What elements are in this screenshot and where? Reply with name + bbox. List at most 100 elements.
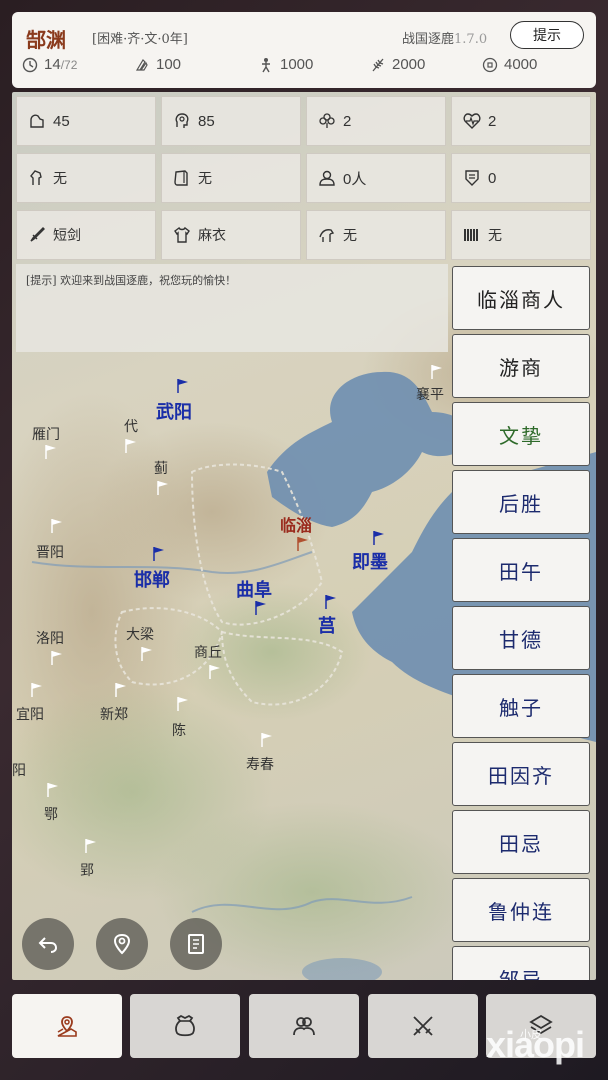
- npc-button[interactable]: 触子: [452, 674, 590, 738]
- npc-button[interactable]: 田因齐: [452, 742, 590, 806]
- city-yiyang[interactable]: 宜阳: [16, 704, 44, 724]
- npc-button[interactable]: 文挚: [452, 402, 590, 466]
- city-shouchun[interactable]: 寿春: [246, 754, 274, 774]
- luck-cell[interactable]: 2: [306, 96, 446, 146]
- message-log: [提示] 欢迎来到战国逐鹿，祝您玩的愉快！: [16, 264, 448, 352]
- npc-button[interactable]: 临淄商人: [452, 266, 590, 330]
- location-pin-icon: [113, 933, 131, 955]
- flag-icon: [47, 783, 58, 797]
- shield-icon: [465, 170, 479, 186]
- npc-button[interactable]: 田忌: [452, 810, 590, 874]
- npc-button[interactable]: 游商: [452, 334, 590, 398]
- people-tab[interactable]: [249, 994, 359, 1058]
- followers-cell[interactable]: 0人: [306, 153, 446, 203]
- money-stat: 4000: [482, 56, 537, 73]
- strength-icon: [30, 114, 44, 128]
- city-jinyang[interactable]: 晋阳: [36, 542, 64, 562]
- mount-icon: [319, 229, 335, 242]
- journal-icon: [188, 934, 204, 954]
- battle-tab[interactable]: [368, 994, 478, 1058]
- intellect-icon: [175, 113, 189, 128]
- city-xinzheng[interactable]: 新郑: [100, 704, 128, 724]
- back-button[interactable]: [22, 918, 74, 970]
- city-dai[interactable]: 代: [124, 416, 138, 436]
- player-name: 郜渊: [26, 28, 66, 52]
- city-xiangping[interactable]: 襄平: [416, 384, 444, 404]
- clock-icon: [22, 57, 38, 72]
- npc-button[interactable]: 田午: [452, 538, 590, 602]
- city-ju[interactable]: 莒: [318, 612, 336, 638]
- map-tab[interactable]: [12, 994, 122, 1058]
- flag-icon: [157, 481, 168, 495]
- flag-icon: [177, 697, 188, 711]
- city-wuyang[interactable]: 武阳: [156, 398, 192, 424]
- flag-icon: [255, 601, 266, 615]
- person-icon: [262, 57, 270, 72]
- flag-icon: [177, 379, 188, 393]
- book-cell[interactable]: 无: [161, 153, 301, 203]
- player-tag: [困难·齐·文·0年]: [92, 32, 188, 47]
- flag-icon: [115, 683, 126, 697]
- city-ying[interactable]: 郢: [80, 860, 94, 880]
- luck-icon: [319, 113, 335, 128]
- npc-button[interactable]: 邹忌: [452, 946, 590, 980]
- npc-list[interactable]: 临淄商人 游商 文挚 后胜 田午 甘德 触子 田因齐 田忌 鲁仲连 邹忌: [452, 266, 592, 980]
- journal-button[interactable]: [170, 918, 222, 970]
- flag-icon: [373, 531, 384, 545]
- sword-icon: [30, 227, 45, 242]
- flag-icon: [51, 651, 62, 665]
- locate-button[interactable]: [96, 918, 148, 970]
- flag-icon: [141, 647, 152, 661]
- hint-button[interactable]: 提示: [510, 21, 584, 49]
- grain-stat: 2000: [370, 56, 425, 73]
- flag-icon: [125, 439, 136, 453]
- defense-cell[interactable]: 0: [451, 153, 591, 203]
- npc-button[interactable]: 鲁仲连: [452, 878, 590, 942]
- city-handan[interactable]: 邯郸: [134, 566, 170, 592]
- strength-cell[interactable]: 45: [16, 96, 156, 146]
- city-qufu[interactable]: 曲阜: [236, 576, 272, 602]
- city-daliang[interactable]: 大梁: [126, 624, 154, 644]
- npc-button[interactable]: 后胜: [452, 470, 590, 534]
- flag-icon: [325, 595, 336, 609]
- flag-icon: [431, 365, 442, 379]
- site-watermark-small: 小皮: [520, 1028, 542, 1041]
- city-ji[interactable]: 蓟: [154, 458, 168, 478]
- coin-icon: [482, 57, 498, 72]
- world-map[interactable]: 45 85 2 2 无 无 0人 0 短剑 麻衣 无 无 [提示] 欢迎来到战国…: [12, 92, 596, 980]
- city-chen[interactable]: 陈: [172, 720, 186, 740]
- turn-stat: 14/72: [22, 56, 77, 73]
- bag-tab[interactable]: [130, 994, 240, 1058]
- scroll-cell[interactable]: 无: [451, 210, 591, 260]
- bag-icon: [175, 1014, 195, 1037]
- mount-cell[interactable]: 无: [306, 210, 446, 260]
- intellect-cell[interactable]: 85: [161, 96, 301, 146]
- flag-icon: [209, 665, 220, 679]
- horse-icon: [30, 170, 42, 185]
- status-header: 郜渊 [困难·齐·文·0年] 战国逐鹿1.7.0 提示 14/72 100 10…: [12, 12, 596, 88]
- crossed-swords-icon: [413, 1016, 433, 1036]
- flag-icon: [261, 733, 272, 747]
- city-jimo[interactable]: 即墨: [352, 548, 388, 574]
- charm-stat: 100: [134, 56, 181, 73]
- city-yanmen[interactable]: 雁门: [32, 424, 60, 444]
- clothing-cell[interactable]: 麻衣: [161, 210, 301, 260]
- horse-cell[interactable]: 无: [16, 153, 156, 203]
- city-e[interactable]: 鄂: [44, 804, 58, 824]
- weapon-cell[interactable]: 短剑: [16, 210, 156, 260]
- clothing-icon: [174, 226, 190, 243]
- health-icon: [463, 113, 481, 129]
- flag-icon: [85, 839, 96, 853]
- city-yang[interactable]: 阳: [12, 760, 26, 780]
- people-icon: [293, 1017, 315, 1036]
- flag-icon: [45, 445, 56, 459]
- population-stat: 1000: [258, 56, 313, 73]
- health-cell[interactable]: 2: [451, 96, 591, 146]
- map-icon: [57, 1016, 77, 1037]
- npc-button[interactable]: 甘德: [452, 606, 590, 670]
- flag-icon: [297, 537, 308, 551]
- book-icon: [174, 170, 188, 186]
- city-shangqiu[interactable]: 商丘: [194, 642, 222, 662]
- city-luoyang[interactable]: 洛阳: [36, 628, 64, 648]
- city-linzi[interactable]: 临淄: [280, 512, 312, 536]
